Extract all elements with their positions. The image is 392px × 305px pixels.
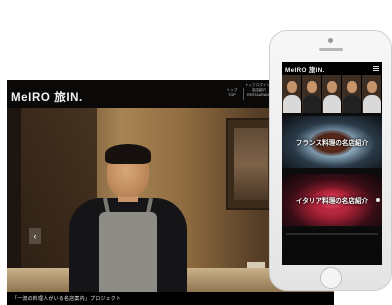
- banner-title: イタリア料理の名店紹介: [295, 197, 369, 205]
- portrait-body: [363, 95, 381, 113]
- hero-caption[interactable]: 「一流の料理人がいる名店案内」プロジェクト: [12, 295, 121, 302]
- chef-portrait[interactable]: [322, 75, 342, 113]
- portrait-face: [347, 81, 357, 93]
- chef-portrait[interactable]: [342, 75, 362, 113]
- mobile-logo[interactable]: MeIRO 旅IN.: [285, 65, 325, 74]
- french-restaurant-banner[interactable]: フランス料理の名店紹介: [282, 116, 382, 168]
- italian-restaurant-banner[interactable]: イタリア料理の名店紹介: [282, 174, 382, 226]
- chef-portrait[interactable]: [282, 75, 302, 113]
- portrait-face: [367, 81, 377, 93]
- phone-speaker: [319, 48, 343, 51]
- scroll-indicator[interactable]: [376, 198, 380, 202]
- chef-apron: [99, 212, 157, 292]
- nav-item-top[interactable]: トップ TOP: [223, 88, 241, 97]
- bottom-divider: [286, 233, 378, 235]
- mobile-bottom-area: [282, 228, 382, 265]
- nav-item-restaurant-sub: RESTAURANT: [247, 92, 272, 97]
- wall-picture: [234, 128, 268, 200]
- banner-title: フランス料理の名店紹介: [295, 139, 369, 147]
- phone-camera: [328, 38, 333, 43]
- portrait-face: [307, 81, 317, 93]
- chef-portrait[interactable]: [302, 75, 322, 113]
- chef-portrait[interactable]: [362, 75, 382, 113]
- portrait-body: [283, 95, 301, 113]
- portrait-body: [343, 95, 361, 113]
- chef-hair: [105, 144, 151, 164]
- home-button[interactable]: [320, 267, 342, 289]
- mockup-stage: MeIRO 旅IN. トップ ログイン 会員登録 トップ TOP 名店紹介 RE…: [0, 0, 392, 305]
- photo-side-bar: [7, 108, 21, 292]
- mobile-header: MeIRO 旅IN.: [282, 62, 382, 75]
- slider-prev-arrow-icon[interactable]: ‹: [29, 228, 41, 244]
- portrait-face: [287, 81, 297, 93]
- portrait-face: [327, 81, 337, 93]
- portrait-body: [303, 95, 321, 113]
- nav-item-restaurant[interactable]: 名店紹介 RESTAURANT: [247, 88, 271, 97]
- phone-screen: MeIRO 旅IN. フランス料理の名店紹介 イタリア料理の名店紹介: [282, 62, 382, 265]
- desktop-logo[interactable]: MeIRO 旅IN.: [11, 89, 83, 105]
- portrait-body: [323, 95, 341, 113]
- nav-item-top-sub: TOP: [228, 92, 236, 97]
- caption-bar: 「一流の料理人がいる名店案内」プロジェクト: [7, 292, 334, 305]
- chef-portrait-strip: [282, 75, 382, 113]
- hamburger-menu-icon[interactable]: [373, 66, 379, 71]
- smartphone-mockup: MeIRO 旅IN. フランス料理の名店紹介 イタリア料理の名店紹介: [269, 30, 392, 291]
- nav-divider: [243, 88, 244, 100]
